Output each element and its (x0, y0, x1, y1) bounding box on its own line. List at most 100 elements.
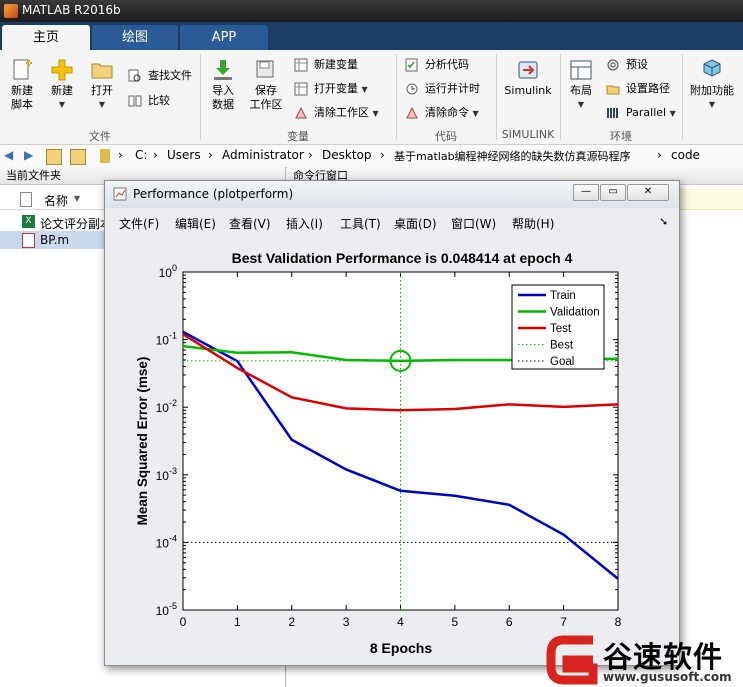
x-axis-label: 8 Epochs (370, 640, 432, 656)
addons-icon (703, 59, 721, 77)
new-variable-button[interactable]: 新建变量 (294, 56, 358, 74)
y-tick-label: 10-4 (156, 533, 177, 550)
set-path-button[interactable]: 设置路径 (606, 80, 670, 98)
new-script-label: 新建 脚本 (11, 84, 33, 111)
find-files-label: 查找文件 (148, 69, 192, 82)
breadcrumb-code[interactable]: code (671, 148, 700, 162)
plus-icon (51, 59, 73, 81)
layout-icon (570, 60, 592, 80)
m-file-icon (22, 233, 35, 248)
minimize-button[interactable]: — (573, 184, 599, 201)
menu-window[interactable]: 窗口(W) (451, 215, 496, 232)
forward-arrow-icon[interactable]: ▶ (24, 148, 33, 162)
breadcrumb-project[interactable]: 基于matlab编程神经网络的缺失数仿真源码程序 (394, 148, 631, 164)
ribbon: 新建 脚本 新建 ▼ 打开 ▼ 查找文件 比较 文件 导入 数据 保存 工作区 新建… (0, 50, 743, 145)
menu-tools[interactable]: 工具(T) (340, 215, 381, 232)
browse-folder-icon[interactable] (70, 149, 86, 165)
performance-plot: Best Validation Performance is 0.048414 … (135, 250, 622, 656)
simulink-button[interactable]: Simulink (500, 58, 556, 98)
import-data-button[interactable]: 导入 数据 (206, 58, 240, 112)
clear-workspace-button[interactable]: 清除工作区 ▼ (294, 104, 379, 122)
parallel-dropdown-icon: ▼ (669, 109, 676, 118)
import-icon (214, 60, 232, 80)
analyze-code-button[interactable]: 分析代码 (405, 56, 469, 74)
excel-icon: X (22, 215, 35, 228)
clear-commands-dropdown-icon: ▼ (472, 109, 479, 118)
maximize-button[interactable]: ▭ (600, 184, 626, 201)
run-and-time-button[interactable]: 运行并计时 (405, 80, 480, 98)
save-workspace-icon (256, 60, 274, 78)
new-button[interactable]: 新建 ▼ (44, 58, 80, 112)
group-environment-label: 环境 (610, 130, 632, 143)
x-tick-label: 5 (452, 615, 459, 629)
legend-label: Goal (550, 356, 574, 368)
tab-apps[interactable]: APP (180, 25, 268, 50)
breadcrumb-administrator[interactable]: Administrator (222, 148, 304, 162)
addons-button[interactable]: 附加功能 ▼ (686, 58, 738, 112)
open-button[interactable]: 打开 ▼ (84, 58, 120, 112)
tab-apps-label: APP (211, 30, 237, 45)
menu-edit[interactable]: 编辑(E) (175, 215, 216, 232)
clear-commands-button[interactable]: 清除命令 ▼ (405, 104, 479, 122)
preferences-button[interactable]: 预设 (606, 56, 648, 74)
open-variable-icon (294, 82, 308, 96)
simulink-label: Simulink (504, 84, 552, 97)
menu-view[interactable]: 查看(V) (229, 215, 271, 232)
breadcrumb-desktop[interactable]: Desktop (322, 148, 372, 162)
x-tick-label: 2 (288, 615, 295, 629)
layout-button[interactable]: 布局 ▼ (564, 58, 598, 112)
back-arrow-icon[interactable]: ◀ (4, 148, 13, 162)
simulink-icon (518, 61, 538, 79)
chart-title: Best Validation Performance is 0.048414 … (232, 250, 573, 266)
clear-workspace-dropdown-icon: ▼ (372, 109, 379, 118)
open-variable-dropdown-icon: ▼ (361, 85, 368, 94)
open-variable-button[interactable]: 打开变量 ▼ (294, 80, 368, 98)
folder-icon (91, 63, 113, 79)
save-workspace-label: 保存 工作区 (249, 84, 283, 111)
group-variable-label: 变量 (287, 130, 309, 143)
new-variable-label: 新建变量 (314, 58, 358, 71)
menu-help[interactable]: 帮助(H) (512, 215, 554, 232)
new-script-button[interactable]: 新建 脚本 (4, 58, 40, 112)
tab-plots[interactable]: 绘图 (92, 25, 178, 50)
breadcrumb-separator: › (153, 148, 158, 162)
breadcrumb-drive[interactable]: C: (135, 148, 147, 162)
breadcrumb-users[interactable]: Users (167, 148, 201, 162)
menu-file[interactable]: 文件(F) (119, 215, 159, 232)
parallel-button[interactable]: Parallel ▼ (606, 104, 676, 122)
compare-icon (128, 95, 142, 107)
legend-label: Test (550, 323, 572, 335)
open-label: 打开 (91, 84, 113, 97)
folder-up-icon[interactable] (46, 149, 62, 165)
find-files-button[interactable]: 查找文件 (128, 67, 192, 85)
run-and-time-icon (406, 83, 418, 95)
menu-desktop[interactable]: 桌面(D) (394, 215, 437, 232)
app-title: MATLAB R2016b (22, 3, 121, 17)
analyze-code-label: 分析代码 (425, 58, 469, 71)
menu-insert[interactable]: 插入(I) (286, 215, 323, 232)
clear-workspace-label: 清除工作区 (314, 106, 369, 119)
clear-workspace-icon (295, 106, 307, 119)
parallel-icon (607, 108, 618, 118)
gususoft-logo-icon (546, 635, 598, 685)
close-button[interactable]: ✕ (627, 184, 669, 201)
gear-icon (607, 59, 619, 71)
breadcrumb-separator: › (308, 148, 313, 162)
compare-button[interactable]: 比较 (128, 92, 170, 110)
breadcrumb-separator: › (118, 148, 123, 162)
group-code-label: 代码 (435, 130, 457, 143)
ribbon-tab-row: 主页 绘图 APP (0, 22, 743, 50)
run-and-time-label: 运行并计时 (425, 82, 480, 95)
dock-arrow-icon[interactable]: ➘ (659, 215, 668, 228)
tab-home[interactable]: 主页 (2, 25, 90, 50)
figure-titlebar[interactable]: Performance (plotperform) — ▭ ✕ (105, 181, 679, 208)
set-path-label: 设置路径 (626, 82, 670, 95)
watermark: 谷速软件 www.gususoft.com (545, 630, 743, 687)
figure-window: Performance (plotperform) — ▭ ✕ 文件(F) 编辑… (104, 180, 680, 666)
y-tick-label: 100 (159, 263, 177, 280)
find-files-icon (128, 69, 141, 82)
figure-menubar: 文件(F) 编辑(E) 查看(V) 插入(I) 工具(T) 桌面(D) 窗口(W… (105, 211, 679, 233)
legend-label: Validation (550, 307, 600, 319)
addons-dropdown-icon: ▼ (708, 100, 716, 109)
save-workspace-button[interactable]: 保存 工作区 (246, 58, 286, 112)
